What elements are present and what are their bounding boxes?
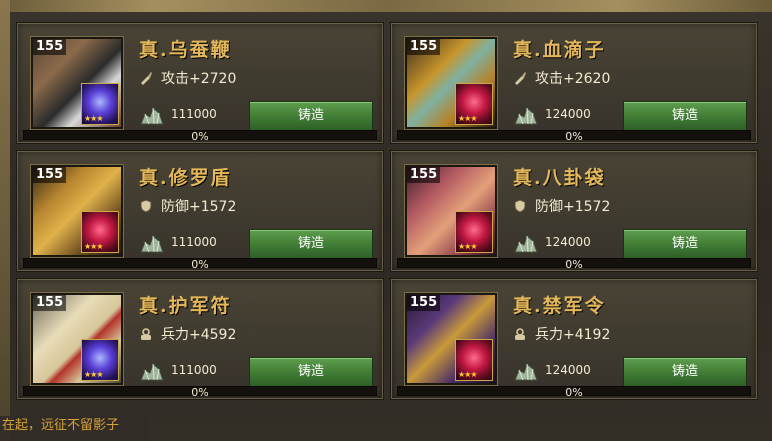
forge-cost: 111000 (139, 229, 217, 255)
forge-cost: 124000 (513, 101, 591, 127)
forge-card: 155 ★★★ 真.八卦袋 防御+1572 124000 铸造 0% (390, 150, 758, 272)
equipment-name: 真.八卦袋 (513, 167, 606, 189)
equipment-stat: 防御+1572 (513, 197, 610, 217)
level-badge: 155 (33, 167, 67, 183)
forge-card: 155 ★★★ 真.禁军令 兵力+4192 124000 铸造 0% (390, 278, 758, 400)
level-badge: 155 (407, 295, 441, 311)
gem-slot-icon[interactable]: ★★★ (455, 339, 493, 381)
star-rating-icon: ★★★ (84, 114, 103, 123)
shield-icon (139, 199, 153, 213)
cost-value: 124000 (545, 235, 591, 249)
forge-card: 155 ★★★ 真.修罗盾 防御+1572 111000 铸造 0% (16, 150, 384, 272)
progress-label: 0% (191, 130, 209, 143)
forge-button[interactable]: 铸造 (623, 101, 747, 131)
forge-progress-bar: 0% (397, 386, 751, 399)
star-rating-icon: ★★★ (458, 370, 477, 379)
shield-icon (513, 199, 527, 213)
forge-button[interactable]: 铸造 (249, 101, 373, 131)
sword-icon (513, 71, 527, 85)
cost-value: 124000 (545, 363, 591, 377)
equipment-stat: 攻击+2720 (139, 69, 236, 89)
equipment-portrait[interactable]: 155 ★★★ (405, 37, 497, 129)
forge-cost: 124000 (513, 229, 591, 255)
gem-slot-icon[interactable]: ★★★ (81, 339, 119, 381)
ore-icon (139, 360, 165, 382)
gem-slot-icon[interactable]: ★★★ (455, 211, 493, 253)
sword-icon (139, 71, 153, 85)
helmet-icon (513, 327, 527, 341)
forge-card: 155 ★★★ 真.乌蚕鞭 攻击+2720 111000 铸造 0% (16, 22, 384, 144)
level-badge: 155 (33, 39, 67, 55)
forge-button[interactable]: 铸造 (249, 357, 373, 387)
forge-card: 155 ★★★ 真.血滴子 攻击+2620 124000 铸造 0% (390, 22, 758, 144)
ore-icon (139, 104, 165, 126)
cost-value: 124000 (545, 107, 591, 121)
stat-value: 攻击+2620 (535, 71, 611, 87)
stat-value: 兵力+4192 (535, 327, 611, 343)
forge-card-grid: 155 ★★★ 真.乌蚕鞭 攻击+2720 111000 铸造 0% 155 ★… (16, 22, 758, 402)
stat-value: 攻击+2720 (161, 71, 237, 87)
progress-label: 0% (565, 386, 583, 399)
star-rating-icon: ★★★ (84, 242, 103, 251)
forge-button[interactable]: 铸造 (249, 229, 373, 259)
equipment-portrait[interactable]: 155 ★★★ (31, 37, 123, 129)
equipment-name: 真.禁军令 (513, 295, 606, 317)
equipment-portrait[interactable]: 155 ★★★ (31, 293, 123, 385)
forge-progress-bar: 0% (397, 258, 751, 271)
gem-slot-icon[interactable]: ★★★ (81, 83, 119, 125)
progress-label: 0% (191, 386, 209, 399)
forge-cost: 111000 (139, 101, 217, 127)
level-badge: 155 (407, 167, 441, 183)
cost-value: 111000 (171, 235, 217, 249)
helmet-icon (139, 327, 153, 341)
ore-icon (513, 232, 539, 254)
equipment-stat: 攻击+2620 (513, 69, 610, 89)
equipment-name: 真.血滴子 (513, 39, 606, 61)
equipment-stat: 兵力+4192 (513, 325, 610, 345)
forge-cost: 111000 (139, 357, 217, 383)
equipment-name: 真.乌蚕鞭 (139, 39, 232, 61)
cost-value: 111000 (171, 363, 217, 377)
progress-label: 0% (191, 258, 209, 271)
stat-value: 防御+1572 (535, 199, 611, 215)
gem-slot-icon[interactable]: ★★★ (455, 83, 493, 125)
forge-button[interactable]: 铸造 (623, 229, 747, 259)
progress-label: 0% (565, 258, 583, 271)
equipment-stat: 兵力+4592 (139, 325, 236, 345)
equipment-stat: 防御+1572 (139, 197, 236, 217)
star-rating-icon: ★★★ (84, 370, 103, 379)
forge-card: 155 ★★★ 真.护军符 兵力+4592 111000 铸造 0% (16, 278, 384, 400)
level-badge: 155 (33, 295, 67, 311)
forge-progress-bar: 0% (23, 258, 377, 271)
equipment-name: 真.护军符 (139, 295, 232, 317)
cost-value: 111000 (171, 107, 217, 121)
ore-icon (139, 232, 165, 254)
progress-label: 0% (565, 130, 583, 143)
forge-cost: 124000 (513, 357, 591, 383)
forge-progress-bar: 0% (397, 130, 751, 143)
level-badge: 155 (407, 39, 441, 55)
forge-progress-bar: 0% (23, 130, 377, 143)
stat-value: 防御+1572 (161, 199, 237, 215)
equipment-name: 真.修罗盾 (139, 167, 232, 189)
equipment-portrait[interactable]: 155 ★★★ (31, 165, 123, 257)
star-rating-icon: ★★★ (458, 242, 477, 251)
equipment-portrait[interactable]: 155 ★★★ (405, 293, 497, 385)
star-rating-icon: ★★★ (458, 114, 477, 123)
forge-progress-bar: 0% (23, 386, 377, 399)
gem-slot-icon[interactable]: ★★★ (81, 211, 119, 253)
ore-icon (513, 104, 539, 126)
equipment-portrait[interactable]: 155 ★★★ (405, 165, 497, 257)
stat-value: 兵力+4592 (161, 327, 237, 343)
forge-button[interactable]: 铸造 (623, 357, 747, 387)
news-ticker: 在起，远征不留影子 (0, 416, 148, 441)
ore-icon (513, 360, 539, 382)
